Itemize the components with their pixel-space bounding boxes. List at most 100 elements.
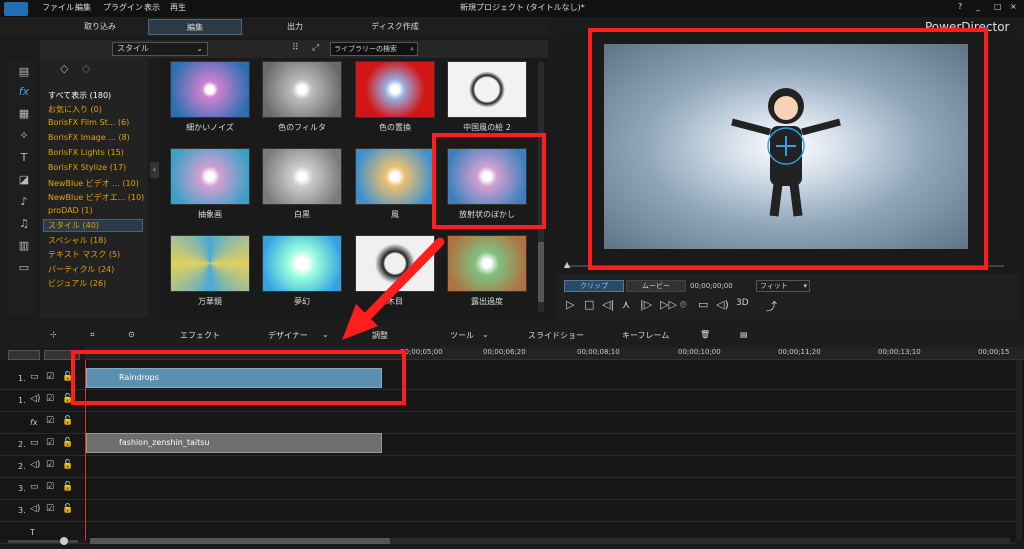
clip-raindrops[interactable]: Raindrops	[86, 368, 382, 388]
effect-thumb[interactable]	[170, 235, 250, 292]
effect-thumb[interactable]	[447, 148, 527, 205]
3d-toggle[interactable]: 3D	[736, 298, 749, 308]
menu-edit[interactable]: 編集	[75, 2, 91, 13]
track-manager-button[interactable]	[8, 350, 40, 360]
grid-view-icon[interactable]: ⠿	[292, 43, 299, 53]
category-item[interactable]: スペシャル (18)	[48, 235, 106, 246]
add-track-icon[interactable]: ⊹	[50, 330, 57, 339]
timeline-scrollbar[interactable]	[1016, 360, 1022, 540]
pip-room-icon[interactable]: ▦	[17, 108, 31, 120]
stop-icon[interactable]: □	[584, 298, 594, 311]
subtitle-toggle-icon[interactable]: ▭	[698, 298, 708, 311]
lock-icon[interactable]: 🔓	[62, 438, 73, 448]
preview-video[interactable]	[604, 44, 968, 249]
track-enable-checkbox[interactable]: ☑	[46, 372, 54, 382]
effect-button[interactable]: エフェクト	[180, 330, 220, 341]
movie-mode-button[interactable]: ムービー	[626, 280, 686, 292]
timecode-display[interactable]: 00;00;00;00	[690, 280, 754, 292]
tab-import[interactable]: 取り込み	[70, 19, 130, 35]
category-item-selected[interactable]: スタイル (40)	[43, 219, 143, 232]
tag-off-icon[interactable]: ◇	[82, 62, 90, 75]
subtitle-icon[interactable]: ▭	[17, 262, 31, 274]
voice-record-icon[interactable]: ♫	[17, 218, 31, 230]
effect-thumb[interactable]	[355, 61, 435, 118]
track-enable-checkbox[interactable]: ☑	[46, 416, 54, 426]
effect-thumb[interactable]	[262, 235, 342, 292]
category-item[interactable]: お気に入り (0)	[48, 104, 102, 115]
category-item[interactable]: パーティクル (24)	[48, 264, 114, 275]
minimize-button[interactable]: _	[976, 2, 980, 11]
category-item[interactable]: BorisFX Stylize (17)	[48, 163, 126, 172]
chevron-down-icon[interactable]: ⌄	[482, 330, 489, 339]
menu-file[interactable]: ファイル	[42, 2, 74, 13]
playhead-marker-icon[interactable]: ▲	[564, 260, 570, 269]
play-icon[interactable]: ▷	[566, 298, 574, 311]
track-enable-checkbox[interactable]: ☑	[46, 438, 54, 448]
library-search-input[interactable]: ライブラリーの検索 ⌕	[330, 42, 418, 56]
prev-frame-icon[interactable]: ◁|	[602, 298, 614, 311]
lock-icon[interactable]: 🔓	[62, 460, 73, 470]
category-item[interactable]: ビジュアル (26)	[48, 278, 106, 289]
lock-icon[interactable]: 🔓	[62, 372, 73, 382]
category-item[interactable]: NewBlue ビデオ ... (10)	[48, 178, 139, 189]
track-enable-checkbox[interactable]: ☑	[46, 504, 54, 514]
style-dropdown[interactable]: スタイル ⌄	[112, 42, 208, 56]
maximize-button[interactable]: □	[994, 2, 1002, 11]
fast-forward-icon[interactable]: ▷▷	[660, 298, 677, 311]
transition-room-icon[interactable]: ◪	[17, 174, 31, 186]
fix-enhance-icon[interactable]: ⊙	[128, 330, 135, 339]
effect-thumb[interactable]	[447, 61, 527, 118]
category-item[interactable]: すべて表示 (180)	[48, 90, 111, 101]
split-icon[interactable]: ⋏	[622, 298, 630, 311]
effect-thumb[interactable]	[355, 148, 435, 205]
help-button[interactable]: ?	[958, 2, 962, 11]
tab-disc[interactable]: ディスク作成	[360, 19, 430, 35]
designer-button[interactable]: デザイナー	[268, 330, 308, 341]
grid-scrollbar[interactable]	[538, 62, 544, 312]
preview-scrubber[interactable]	[564, 265, 1004, 267]
crop-icon[interactable]: ⌗	[90, 330, 95, 340]
clip-fashion[interactable]: fashion_zenshin_taitsu	[86, 433, 382, 453]
tab-output[interactable]: 出力	[270, 19, 320, 35]
fit-timeline-button[interactable]	[44, 350, 80, 360]
slideshow-button[interactable]: スライドショー	[528, 330, 584, 341]
category-item[interactable]: NewBlue ビデオエ... (10)	[48, 192, 144, 203]
lock-icon[interactable]: 🔓	[62, 394, 73, 404]
category-item[interactable]: BorisFX Image ... (8)	[48, 133, 130, 142]
audio-mix-icon[interactable]: ♪	[17, 196, 31, 208]
lock-icon[interactable]: 🔓	[62, 416, 73, 426]
effect-thumb[interactable]	[262, 61, 342, 118]
effect-thumb[interactable]	[447, 235, 527, 292]
category-item[interactable]: BorisFX Lights (15)	[48, 148, 124, 157]
horizontal-scrollbar[interactable]	[90, 538, 1010, 544]
chapter-icon[interactable]: ▥	[17, 240, 31, 252]
fullscreen-icon[interactable]: ⤢	[312, 43, 319, 53]
keyframe-button[interactable]: キーフレーム	[622, 330, 669, 341]
lock-icon[interactable]: 🔓	[62, 504, 73, 514]
tag-icon[interactable]: ◇	[60, 62, 68, 75]
undock-icon[interactable]: ⤴	[766, 298, 777, 314]
collapse-panel-button[interactable]: ‹	[150, 162, 159, 178]
keyframe-list-icon[interactable]: ▤	[740, 330, 748, 339]
category-item[interactable]: テキスト マスク (5)	[48, 249, 120, 260]
effect-thumb[interactable]	[170, 148, 250, 205]
track-enable-checkbox[interactable]: ☑	[46, 460, 54, 470]
particle-room-icon[interactable]: ✧	[17, 130, 31, 142]
menu-plugin[interactable]: プラグイン	[103, 2, 143, 13]
volume-icon[interactable]: ◁)	[716, 298, 729, 311]
next-frame-icon[interactable]: |▷	[640, 298, 652, 311]
fx-room-icon[interactable]: fx	[17, 86, 31, 98]
trash-icon[interactable]: 🗑	[700, 330, 710, 339]
title-room-icon[interactable]: T	[17, 152, 31, 164]
menu-view[interactable]: 表示	[144, 2, 160, 13]
category-item[interactable]: BorisFX Film St... (6)	[48, 118, 129, 127]
media-room-icon[interactable]: ▤	[17, 66, 31, 78]
track-enable-checkbox[interactable]: ☑	[46, 482, 54, 492]
category-item[interactable]: proDAD (1)	[48, 206, 93, 215]
close-button[interactable]: ×	[1010, 2, 1017, 11]
chevron-down-icon[interactable]: ⌄	[322, 330, 329, 339]
fit-dropdown[interactable]: フィット ▾	[756, 280, 810, 292]
track-enable-checkbox[interactable]: ☑	[46, 394, 54, 404]
timeline-ruler[interactable]: 00;00;05;00 00;00;06;20 00;00;08;10 00;0…	[85, 347, 1024, 360]
snapshot-icon[interactable]: ⌾	[680, 298, 687, 312]
